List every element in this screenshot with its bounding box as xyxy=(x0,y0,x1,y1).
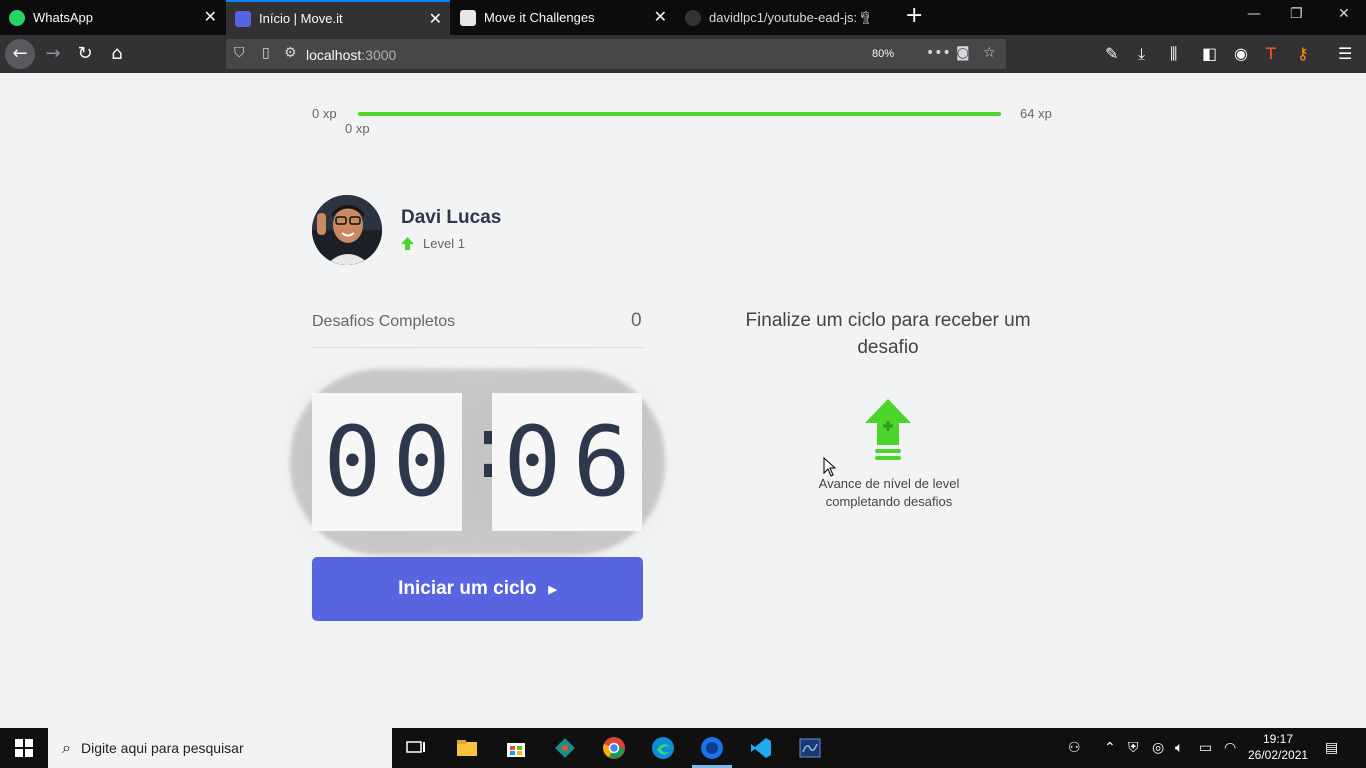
volume-icon[interactable]: 🔈︎ xyxy=(1175,740,1183,756)
tab-whatsapp[interactable]: WhatsApp ✕ xyxy=(0,0,225,35)
account-icon[interactable]: ◉ xyxy=(1234,44,1248,63)
bookmark-star-icon[interactable]: ☆ xyxy=(983,45,996,61)
firefox-icon[interactable] xyxy=(700,736,724,760)
new-tab-icon[interactable]: + xyxy=(905,5,923,27)
sidebar-icon[interactable]: ◧ xyxy=(1202,44,1217,63)
notifications-icon[interactable]: ▤ xyxy=(1325,740,1338,756)
countdown-colon: : xyxy=(463,395,516,498)
level-text: Level 1 xyxy=(423,236,465,251)
clock-time: 19:17 xyxy=(1262,732,1294,746)
forward-icon[interactable]: → xyxy=(38,39,68,69)
divider xyxy=(312,347,643,348)
permissions-icon[interactable]: ⚙ xyxy=(284,45,297,61)
windows-start-icon[interactable] xyxy=(0,728,48,768)
close-tab-icon[interactable]: ✕ xyxy=(204,9,217,25)
url-bar[interactable]: ⛉ ▯ ⚙ localhost:3000 80% ••• ◙ ☆ xyxy=(226,39,1006,69)
tab-title: Move it Challenges xyxy=(484,10,595,25)
completed-challenges-label: Desafios Completos xyxy=(312,313,456,330)
profile-name: Davi Lucas xyxy=(401,207,502,228)
chrome-icon[interactable] xyxy=(602,736,626,760)
countdown-minutes: 0 0 xyxy=(312,393,462,531)
xp-bar xyxy=(358,112,1001,116)
library-icon[interactable]: ⫼ xyxy=(1170,44,1177,64)
minute-digit-left: 0 xyxy=(323,406,382,518)
minimize-icon[interactable]: — xyxy=(1247,6,1261,22)
challenge-box-description: Avance de nível de level completando des… xyxy=(818,476,960,509)
level-up-icon xyxy=(865,399,911,460)
tab-move-it-challenges[interactable]: Move it Challenges ✕ xyxy=(451,0,675,35)
tab-title: WhatsApp xyxy=(33,10,93,25)
level-up-arrow-icon xyxy=(401,237,414,250)
shield-icon[interactable]: ⛉ xyxy=(234,45,245,61)
file-explorer-icon[interactable] xyxy=(455,736,479,760)
minute-digit-right: 0 xyxy=(392,406,451,518)
battery-icon[interactable]: ▭ xyxy=(1199,740,1212,756)
restore-icon[interactable]: ❐ xyxy=(1290,6,1303,22)
challenge-box-title: Finalize um ciclo para receber um desafi… xyxy=(745,310,1031,358)
reload-icon[interactable]: ↻ xyxy=(70,39,100,69)
page-icon: ▯ xyxy=(262,45,270,61)
close-tab-icon[interactable]: ✕ xyxy=(654,9,667,25)
second-digit-left: 0 xyxy=(503,406,562,518)
xp-current-label: 0 xp xyxy=(345,121,370,136)
countdown-seconds: 0 6 xyxy=(492,393,642,531)
second-digit-right: 6 xyxy=(572,406,631,518)
avatar xyxy=(312,195,382,265)
whatsapp-icon xyxy=(9,9,25,26)
home-icon[interactable]: ⌂ xyxy=(102,39,132,69)
search-placeholder: Digite aqui para pesquisar xyxy=(80,740,244,756)
zoom-level[interactable]: 80% xyxy=(872,48,894,60)
search-icon: ⌕ xyxy=(62,738,71,757)
browser-tab-bar: WhatsApp ✕ Início | Move.it ✕ Move it Ch… xyxy=(0,0,1366,35)
play-icon: ▶ xyxy=(548,583,557,596)
page-actions-icon[interactable]: ••• xyxy=(926,45,951,61)
tab-github[interactable]: davidlpc1/youtube-ead-js: 🏗 xyxy=(676,0,900,35)
browser-nav-bar: ← → ↻ ⌂ ⛉ ▯ ⚙ localhost:3000 80% ••• ◙ ☆ xyxy=(0,35,1366,73)
webcam-icon[interactable]: ◎ xyxy=(1152,740,1164,756)
moveit-page: 0 xp 64 xp 0 xp Davi Lucas Level 1 Desaf… xyxy=(0,73,1366,728)
task-view-icon[interactable] xyxy=(404,736,428,760)
menu-icon[interactable]: ☰ xyxy=(1338,44,1352,63)
windows-taskbar: ⌕ Digite aqui para pesquisar ⚇ ⌃ ⛨ ◎ 🔈︎ … xyxy=(0,728,1366,768)
xp-max-label: 64 xp xyxy=(1020,106,1052,121)
edge-icon[interactable] xyxy=(651,736,675,760)
profile-level: Level 1 xyxy=(401,236,465,251)
mouse-cursor-icon xyxy=(823,457,837,477)
wifi-icon[interactable]: ◠ xyxy=(1224,740,1236,756)
document-icon xyxy=(460,9,476,26)
github-icon xyxy=(685,9,701,26)
url-text[interactable]: localhost:3000 xyxy=(306,47,396,63)
people-icon[interactable]: ⚇ xyxy=(1068,740,1081,756)
download-icon[interactable]: ⤓ xyxy=(1138,44,1145,64)
clock-date: 26/02/2021 xyxy=(1248,748,1309,762)
taskbar-search-input[interactable]: ⌕ Digite aqui para pesquisar xyxy=(48,728,392,768)
xp-min-label: 0 xp xyxy=(312,106,337,121)
vscode-icon[interactable] xyxy=(749,736,773,760)
show-hidden-icons-icon[interactable]: ⌃ xyxy=(1104,740,1116,756)
xp-bar-fill xyxy=(358,112,1001,116)
close-tab-icon[interactable]: ✕ xyxy=(429,11,442,27)
start-cycle-label: Iniciar um ciclo xyxy=(398,578,537,599)
completed-challenges-count: 0 xyxy=(631,310,642,331)
microsoft-store-icon[interactable] xyxy=(504,736,528,760)
back-icon[interactable]: ← xyxy=(5,39,35,69)
start-cycle-button[interactable]: Iniciar um ciclo ▶ xyxy=(312,557,643,621)
sql-tool-icon[interactable] xyxy=(798,736,822,760)
extension-key-icon[interactable]: ⚷ xyxy=(1297,44,1309,63)
extension-t-icon[interactable]: T xyxy=(1266,44,1276,63)
taskbar-clock[interactable]: 19:17 26/02/2021 xyxy=(1248,731,1308,763)
pocket-icon[interactable]: ◙ xyxy=(956,45,970,61)
security-icon[interactable]: ⛨ xyxy=(1128,740,1139,756)
tab-title: davidlpc1/youtube-ead-js: 🏗 xyxy=(709,9,869,25)
moveit-icon xyxy=(235,10,251,27)
tab-inicio-moveit[interactable]: Início | Move.it ✕ xyxy=(226,0,450,35)
close-window-icon[interactable]: ✕ xyxy=(1338,6,1350,22)
wrench-icon[interactable]: ✎ xyxy=(1105,44,1118,63)
git-kraken-icon[interactable] xyxy=(553,736,577,760)
tab-title: Início | Move.it xyxy=(259,11,343,26)
